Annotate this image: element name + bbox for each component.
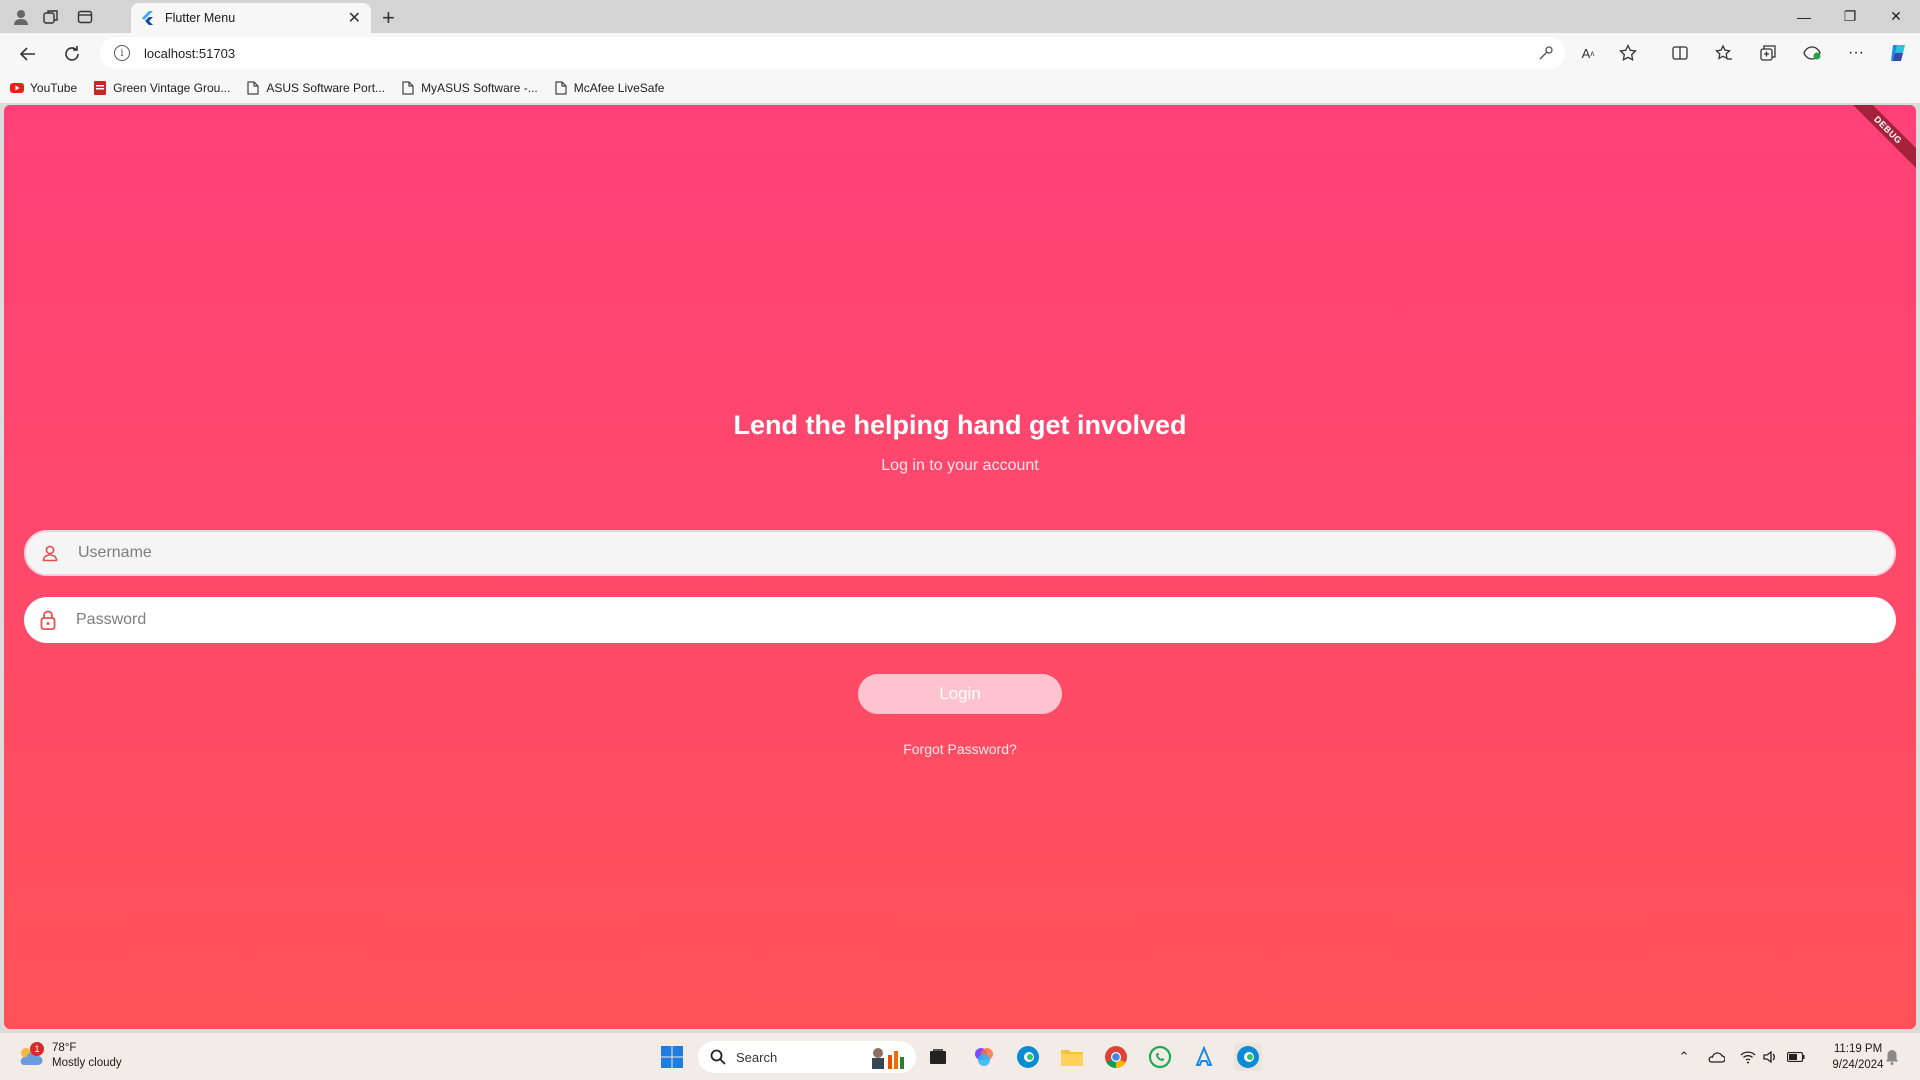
lock-icon	[38, 610, 58, 630]
show-hidden-icons-icon[interactable]: ⌃	[1674, 1047, 1694, 1067]
search-icon	[710, 1049, 726, 1065]
read-aloud-icon[interactable]: Aʌ	[1574, 39, 1602, 67]
restore-icon[interactable]: ❐	[1827, 0, 1873, 33]
tab-actions-icon[interactable]	[74, 6, 96, 28]
weather-widget[interactable]: 1 78°F Mostly cloudy	[16, 1041, 122, 1071]
wifi-icon[interactable]	[1738, 1047, 1758, 1067]
bookmark-youtube[interactable]: YouTube	[10, 81, 77, 95]
navigation-bar: i localhost:51703 Aʌ ···	[0, 33, 1920, 73]
pdf-icon	[93, 81, 107, 95]
cloudy-weather-icon: 1	[16, 1042, 44, 1068]
weather-desc: Mostly cloudy	[52, 1057, 122, 1069]
page-subtitle: Log in to your account	[881, 457, 1039, 474]
flutter-icon	[141, 11, 155, 25]
tab-flutter-menu[interactable]: Flutter Menu ✕	[131, 3, 371, 33]
close-window-icon[interactable]: ✕	[1873, 0, 1919, 33]
profile-icon[interactable]	[10, 6, 32, 28]
person-icon	[40, 543, 60, 563]
site-info-icon[interactable]: i	[114, 45, 130, 61]
windows-start-icon[interactable]	[658, 1043, 686, 1071]
login-button[interactable]: Login	[858, 674, 1062, 714]
chrome-icon[interactable]	[1102, 1043, 1130, 1071]
address-bar[interactable]: i localhost:51703	[100, 37, 1565, 69]
page-title: Lend the helping hand get involved	[733, 410, 1187, 440]
bookmark-green-vintage[interactable]: Green Vintage Grou...	[93, 81, 230, 95]
page-icon	[401, 81, 415, 95]
bookmark-asus-software-portal[interactable]: ASUS Software Port...	[246, 81, 385, 95]
debug-banner: DEBUG	[1840, 105, 1916, 178]
minimize-icon[interactable]: —	[1781, 0, 1827, 33]
close-tab-icon[interactable]: ✕	[348, 8, 361, 28]
notification-bell-icon[interactable]	[1882, 1047, 1902, 1067]
bookmark-label: MyASUS Software -...	[421, 81, 538, 95]
tab-title: Flutter Menu	[165, 11, 236, 25]
password-input[interactable]	[76, 611, 1896, 629]
refresh-icon[interactable]	[58, 40, 86, 68]
bookmark-mcafee-livesafe[interactable]: McAfee LiveSafe	[554, 81, 665, 95]
more-options-icon[interactable]: ···	[1842, 39, 1870, 67]
forgot-password-link[interactable]: Forgot Password?	[4, 741, 1916, 757]
collections-icon[interactable]	[1754, 39, 1782, 67]
task-view-icon[interactable]	[924, 1043, 952, 1071]
password-key-icon[interactable]	[1532, 39, 1560, 67]
edge-active-icon[interactable]	[1234, 1043, 1262, 1071]
bookmark-label: YouTube	[30, 81, 78, 95]
username-input[interactable]	[78, 544, 1894, 562]
onedrive-icon[interactable]	[1706, 1047, 1726, 1067]
page-icon	[246, 81, 260, 95]
whatsapp-icon[interactable]	[1146, 1043, 1174, 1071]
copilot-taskbar-icon[interactable]	[970, 1043, 998, 1071]
bookmarks-bar: YouTube Green Vintage Grou... ASUS Softw…	[0, 73, 1920, 103]
battery-icon[interactable]	[1786, 1047, 1806, 1067]
edge-icon[interactable]	[1014, 1043, 1042, 1071]
workspaces-icon[interactable]	[40, 6, 62, 28]
favorite-star-icon[interactable]	[1614, 39, 1642, 67]
browser-tab-strip: Flutter Menu ✕ + — ❐ ✕	[0, 0, 1920, 33]
search-highlight-icon	[866, 1045, 906, 1069]
taskbar-search[interactable]: Search	[698, 1041, 916, 1073]
username-field[interactable]	[24, 530, 1896, 576]
file-explorer-icon[interactable]	[1058, 1043, 1086, 1071]
url-text: localhost:51703	[144, 45, 236, 61]
search-label: Search	[736, 1049, 778, 1065]
bookmark-label: ASUS Software Port...	[266, 81, 386, 95]
app-store-icon[interactable]	[1190, 1043, 1218, 1071]
favorites-icon[interactable]	[1710, 39, 1738, 67]
app-viewport: DEBUG Lend the helping hand get involved…	[4, 105, 1916, 1029]
bookmark-label: Green Vintage Grou...	[113, 81, 231, 95]
weather-badge: 1	[30, 1042, 44, 1056]
back-icon[interactable]	[14, 40, 42, 68]
split-screen-icon[interactable]	[1666, 39, 1694, 67]
copilot-icon[interactable]	[1884, 39, 1912, 67]
page-icon	[554, 81, 568, 95]
password-field[interactable]	[24, 597, 1896, 643]
bookmark-label: McAfee LiveSafe	[573, 81, 665, 95]
new-tab-icon[interactable]: +	[382, 5, 395, 31]
taskbar: 1 78°F Mostly cloudy Search ⌃ 11:19 PM 9…	[0, 1032, 1920, 1080]
youtube-icon	[10, 81, 24, 95]
volume-icon[interactable]	[1760, 1047, 1780, 1067]
weather-temp: 78°F	[52, 1042, 77, 1054]
bookmark-myasus-software[interactable]: MyASUS Software -...	[401, 81, 538, 95]
browser-essentials-icon[interactable]	[1798, 39, 1826, 67]
